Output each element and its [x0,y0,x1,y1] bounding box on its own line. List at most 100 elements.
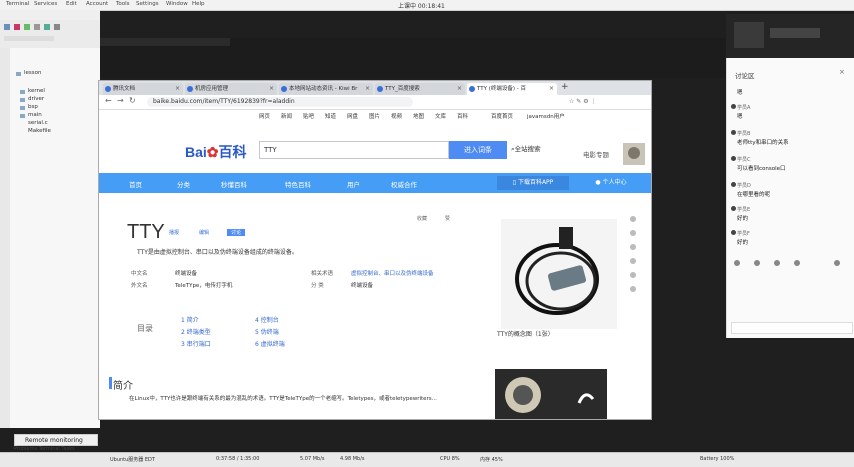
tree-item[interactable]: main [28,112,42,118]
menu-item[interactable]: Tools [116,1,130,7]
top-link[interactable]: 网盘 [347,112,358,120]
menu-item[interactable]: Window [166,1,188,7]
nav-item[interactable]: 首页 [129,179,142,189]
menu-item[interactable]: Help [192,1,205,7]
edit-button[interactable]: 编辑 [199,229,209,236]
like-button[interactable]: 赞 [445,215,450,222]
top-link[interactable]: 百度首页 [491,112,513,120]
info-key: 分 类 [311,283,324,289]
browser-window: 腾讯文档 × 机房应用管理 × 本地网站动态资讯 - Kiwi Br × TTY_百度… [98,80,652,420]
ide-toolbar [0,20,100,49]
toc-item[interactable]: 5 伪终端 [255,327,279,336]
cable-image [501,219,617,329]
enter-entry-button[interactable]: 进入词条 [449,141,507,159]
top-link[interactable]: 知道 [325,112,336,120]
taskbar-item[interactable]: Ubuntu服务器 EDT [110,456,155,463]
forward-icon[interactable]: → [117,96,124,105]
close-icon[interactable]: × [269,83,274,95]
chat-toolbar-icons[interactable] [733,258,849,268]
chat-message: 可以看到console口 [737,166,786,172]
tree-item[interactable]: serial.c [28,120,48,126]
ide-menubar [0,10,100,20]
url-input[interactable]: baike.baidu.com/item/TTY/6192839?fr=alad… [147,97,413,107]
nav-item[interactable]: 权威合作 [391,179,417,189]
avatar [731,130,736,135]
reload-icon[interactable]: ↻ [129,96,136,105]
toc-item[interactable]: 2 终端类型 [181,327,211,336]
toc-item[interactable]: 6 虚拟终端 [255,339,285,348]
broadcast-button[interactable]: 播报 [169,229,179,236]
top-link[interactable]: 百科 [457,112,468,120]
top-link[interactable]: javamsdn用户 [527,112,565,120]
collect-button[interactable]: 收藏 [417,215,427,222]
top-link[interactable]: 贴吧 [303,112,314,120]
close-icon[interactable]: × [549,83,554,95]
search-input[interactable]: TTY [259,141,449,159]
toc-item[interactable]: 3 串行端口 [181,339,211,348]
baidu-baike-logo[interactable]: Bai✿百科 [185,142,247,162]
new-tab-icon[interactable]: + [561,82,569,92]
favicon-icon [187,86,193,92]
share-icons[interactable] [627,215,639,295]
browser-tab[interactable]: TTY_百度搜索 × [375,83,465,95]
entry-photo[interactable] [501,219,617,329]
close-icon[interactable]: × [365,83,370,95]
tree-item[interactable]: driver [28,96,44,102]
menu-item[interactable]: Edit [66,1,77,7]
tree-item[interactable]: lesson [24,70,42,76]
close-icon[interactable]: × [457,83,462,95]
tab-label: TTY_百度搜索 [385,86,420,92]
full-site-search-button[interactable]: ⌕全站搜索 [511,143,541,154]
avatar [731,104,736,109]
session-clock: 上课中 00:18:41 [398,3,445,10]
toolbar-icons[interactable] [0,20,100,48]
full-search-label: 全站搜索 [514,145,541,153]
top-link[interactable]: 网页 [259,112,270,120]
remote-monitoring-button[interactable]: Remote monitoring [14,434,98,446]
chat-input[interactable] [731,322,853,334]
editor-tabs[interactable] [100,38,230,46]
menu-item[interactable]: Terminal [6,1,29,7]
chat-user: 学员C [737,157,751,163]
nav-item[interactable]: 用户 [347,179,360,189]
top-link[interactable]: 地图 [413,112,424,120]
chat-message: 嗯 [737,90,743,96]
close-icon[interactable]: × [839,68,845,76]
info-key: 外文名 [131,283,148,289]
avatar [731,156,736,161]
menu-item[interactable]: Settings [136,1,159,7]
top-link[interactable]: 新闻 [281,112,292,120]
browser-tab[interactable]: 腾讯文档 × [103,83,183,95]
download-app-button[interactable]: ▯ 下载百科APP [497,176,569,190]
menu-item[interactable]: Account [86,1,108,7]
tree-item[interactable]: bsp [28,104,38,110]
related-image[interactable] [495,369,607,419]
close-icon[interactable]: × [175,83,180,95]
toc-item[interactable]: 4 控制台 [255,315,279,324]
nav-item[interactable]: 分类 [177,179,190,189]
menu-item[interactable]: Services [34,1,57,7]
user-center-button[interactable]: ● 个人中心 [581,176,641,190]
chat-message: 好的 [737,240,749,246]
nav-item[interactable]: 秒懂百科 [221,179,247,189]
top-link[interactable]: 图片 [369,112,380,120]
back-icon[interactable]: ← [105,96,112,105]
browser-tab-active[interactable]: TTY (终端设备) - 百 × [467,83,557,95]
tab-label: 腾讯文档 [113,86,136,92]
avatar [731,206,736,211]
top-link[interactable]: 视频 [391,112,402,120]
movie-topic-ad[interactable]: 电影专题 [583,143,645,165]
logo-text: Bai [185,144,207,160]
nav-item[interactable]: 特色百科 [285,179,311,189]
browser-tab[interactable]: 机房应用管理 × [185,83,277,95]
top-link[interactable]: 文库 [435,112,446,120]
info-value[interactable]: 虚拟控制台、串口以及伪终端设备 [351,269,434,277]
toc-item[interactable]: 1 简介 [181,315,199,324]
discuss-button[interactable]: 讨论 [227,229,246,236]
tree-item[interactable]: Makefile [28,128,51,134]
photo-caption[interactable]: TTY的概念图（1张） [497,329,554,338]
extension-icons[interactable]: ☆ ✎ ⚙ ⋮ [569,98,597,105]
paw-icon: ✿ [206,144,219,160]
browser-tab[interactable]: 本地网站动态资讯 - Kiwi Br × [279,83,373,95]
tree-item[interactable]: kernel [28,88,45,94]
